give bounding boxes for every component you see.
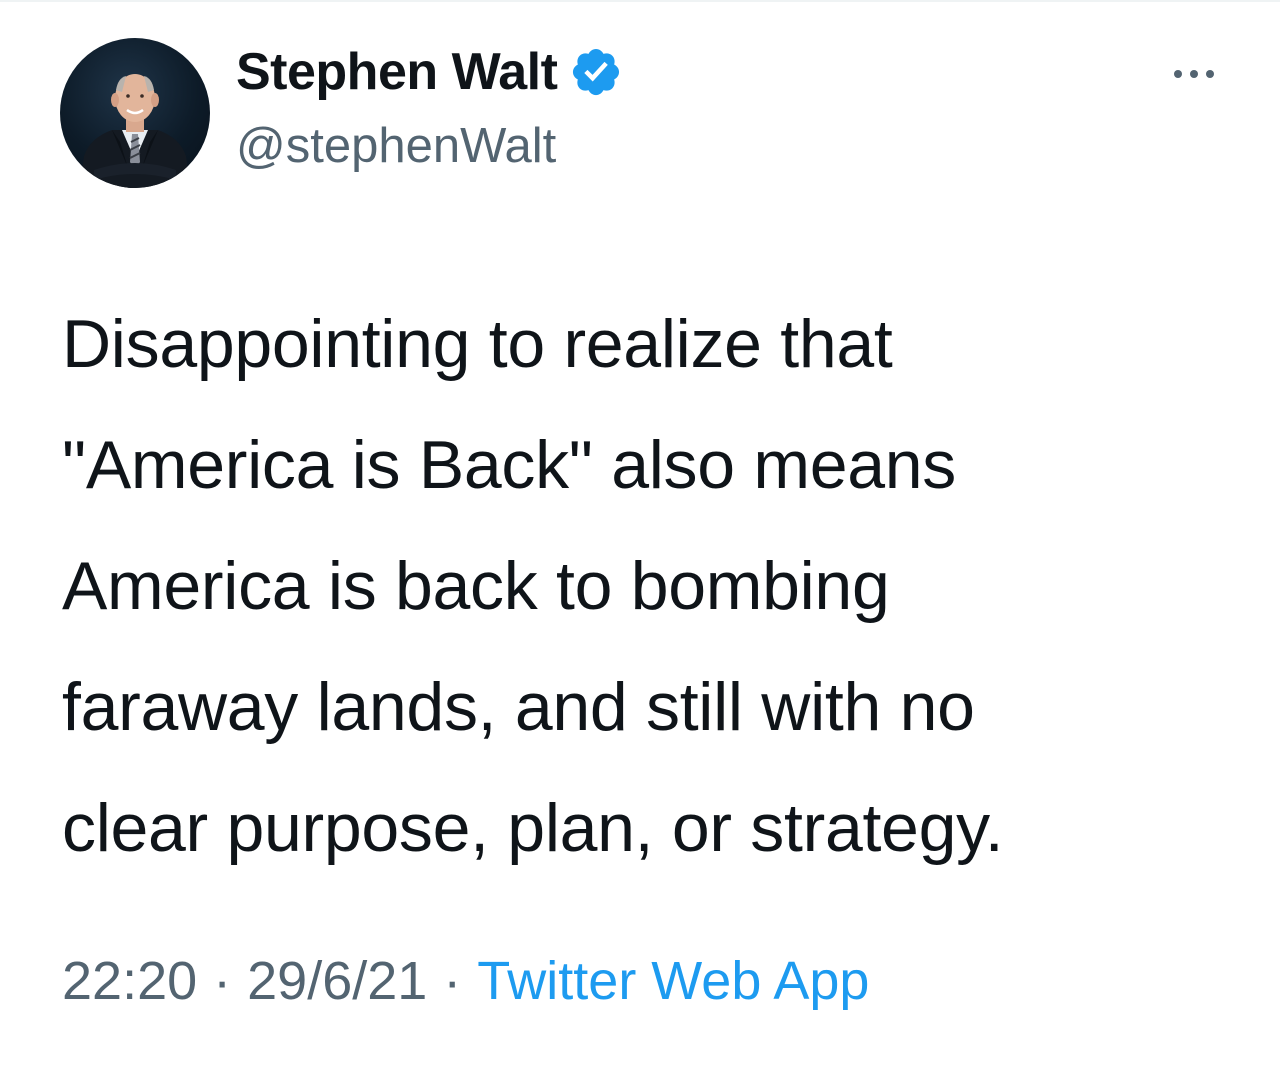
more-options-icon bbox=[1174, 70, 1214, 78]
profile-photo-icon bbox=[80, 74, 190, 188]
tweet-date[interactable]: 29/6/21 bbox=[247, 950, 427, 1012]
meta-separator: · bbox=[213, 951, 232, 1011]
author-handle[interactable]: @stephenWalt bbox=[236, 118, 556, 174]
author-avatar[interactable] bbox=[60, 38, 210, 188]
meta-separator: · bbox=[443, 951, 462, 1011]
tweet-source-link[interactable]: Twitter Web App bbox=[477, 950, 869, 1012]
tweet-text: Disappointing to realize that "America i… bbox=[62, 306, 1004, 866]
more-options-button[interactable] bbox=[1164, 54, 1224, 94]
author-display-name[interactable]: Stephen Walt bbox=[236, 42, 558, 102]
verified-badge-icon bbox=[569, 45, 623, 99]
tweet-meta: 22:20 · 29/6/21 · Twitter Web App bbox=[62, 950, 869, 1012]
tweet-card: Stephen Walt @stephenWalt Disappointing … bbox=[0, 0, 1280, 1070]
tweet-time[interactable]: 22:20 bbox=[62, 950, 197, 1012]
author-name-row[interactable]: Stephen Walt bbox=[236, 40, 623, 104]
